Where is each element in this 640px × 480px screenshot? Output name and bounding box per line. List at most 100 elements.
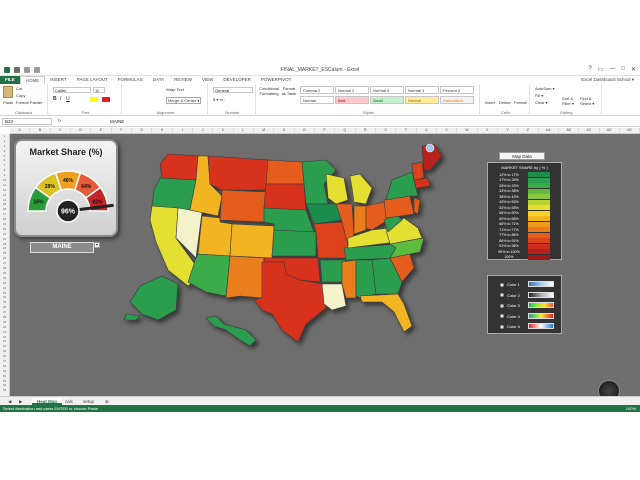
user-account[interactable]: Excel Dashboard School ▾ [581, 76, 634, 84]
chevron-down-icon[interactable]: ▾ [94, 242, 100, 248]
column-header[interactable]: Q [335, 128, 356, 133]
ribbon-display-button[interactable]: ▭ [598, 66, 604, 73]
sheet-tab-setup[interactable]: setup [78, 398, 99, 405]
map-state-alaska[interactable] [129, 275, 179, 321]
column-header[interactable]: G [132, 128, 153, 133]
tab-view[interactable]: VIEW [197, 76, 219, 84]
cell-style-item[interactable]: Normal 4 [405, 86, 439, 94]
clear-button[interactable]: Clear ▾ [535, 100, 548, 105]
cell-style-item[interactable]: Good [370, 96, 404, 104]
tab-data[interactable]: DATA [148, 76, 169, 84]
cell-style-item[interactable]: Neutral [405, 96, 439, 104]
minimize-button[interactable]: — [609, 66, 615, 73]
map-state-montana[interactable] [207, 155, 269, 191]
sheet-nav-next[interactable]: ▶ [14, 398, 27, 405]
wrap-text-button[interactable]: Wrap Text [166, 87, 184, 92]
column-header[interactable]: S [376, 128, 397, 133]
paste-button[interactable]: Paste [3, 100, 13, 105]
column-header[interactable]: Z [518, 128, 539, 133]
column-header[interactable]: R [356, 128, 376, 133]
cell-style-item[interactable]: Calculation [440, 96, 474, 104]
map-state-oregon[interactable] [151, 177, 197, 211]
tab-insert[interactable]: INSERT [45, 76, 71, 84]
column-header[interactable]: F [112, 128, 132, 133]
cell-style-item[interactable]: Normal 2 [335, 86, 369, 94]
color-option[interactable]: Color 3 [500, 303, 520, 308]
map-state-new-mexico[interactable] [225, 255, 265, 299]
underline-button[interactable]: U [66, 96, 70, 102]
column-header[interactable]: A [10, 128, 31, 133]
map-state-massachusetts[interactable] [413, 177, 431, 189]
map-state-vermont-nh[interactable] [411, 161, 425, 181]
delete-button[interactable]: Delete [499, 100, 511, 105]
map-state-mississippi[interactable] [341, 259, 357, 299]
add-sheet-button[interactable]: ⊕ [100, 398, 114, 405]
close-button[interactable]: ✕ [631, 66, 636, 73]
find-select-button[interactable]: Find & Select ▾ [580, 96, 596, 106]
column-header[interactable]: E [91, 128, 112, 133]
map-state-new-jersey[interactable] [413, 197, 421, 215]
map-state-alaska-chain[interactable] [123, 313, 141, 321]
column-header[interactable]: B [30, 128, 51, 133]
sheet-tab-heat-map[interactable]: Heat Map [32, 398, 63, 405]
column-header[interactable]: H [152, 128, 173, 133]
map-state-south-dakota[interactable] [263, 183, 307, 211]
number-format-buttons[interactable]: $ ▾ % , [213, 97, 225, 102]
cell-style-item[interactable]: Bad [335, 96, 369, 104]
column-header[interactable]: AE [620, 128, 640, 133]
column-header[interactable]: K [213, 128, 234, 133]
row-header[interactable]: 53 [0, 388, 9, 393]
autosum-button[interactable]: AutoSum ▾ [535, 86, 555, 91]
merge-center-button[interactable]: Merge & Center ▾ [166, 97, 202, 104]
column-header[interactable]: C [51, 128, 71, 133]
column-header[interactable]: AC [579, 128, 600, 133]
tab-home[interactable]: HOME [19, 76, 46, 84]
map-state-iowa[interactable] [305, 203, 343, 225]
column-header[interactable]: X [478, 128, 498, 133]
bold-button[interactable]: B [53, 96, 57, 102]
map-state-north-dakota[interactable] [265, 159, 305, 185]
radio-button[interactable] [500, 282, 504, 287]
column-header[interactable]: AD [600, 128, 620, 133]
cell-style-item[interactable]: Comma 2 [300, 86, 334, 94]
map-state-indiana[interactable] [353, 205, 367, 235]
name-box[interactable]: B23 [2, 118, 52, 125]
help-button[interactable]: ? [588, 66, 591, 73]
column-header[interactable]: V [437, 128, 458, 133]
map-state-arizona[interactable] [187, 253, 231, 297]
column-header[interactable]: D [71, 128, 92, 133]
column-header[interactable]: AB [559, 128, 580, 133]
map-state-wisconsin[interactable] [325, 173, 349, 205]
zoom-level[interactable]: 100% [626, 405, 636, 412]
column-header[interactable]: M [254, 128, 275, 133]
formula-input[interactable]: MAINE [110, 119, 124, 124]
color-option[interactable]: Color 2 [500, 293, 520, 298]
fill-button[interactable]: Fill ▾ [535, 93, 543, 98]
radio-button[interactable] [500, 324, 504, 329]
maximize-button[interactable]: □ [621, 66, 625, 73]
map-state-kansas[interactable] [271, 229, 317, 257]
state-selector[interactable]: MAINE [30, 242, 94, 253]
column-header[interactable]: P [315, 128, 336, 133]
map-state-florida[interactable] [359, 293, 413, 333]
format-as-table-button[interactable]: Format as Table [281, 86, 297, 96]
tab-developer[interactable]: DEVELOPER [218, 76, 256, 84]
sheet-tab-calc[interactable]: calc [60, 398, 78, 405]
italic-button[interactable]: I [60, 96, 61, 102]
map-state-utah[interactable] [197, 215, 233, 257]
tab-formulas[interactable]: FORMULAS [113, 76, 148, 84]
map-state-wyoming[interactable] [219, 189, 267, 223]
radio-button[interactable] [500, 293, 504, 297]
column-header[interactable]: T [396, 128, 417, 133]
font-size-select[interactable]: 11 [93, 87, 105, 93]
tab-review[interactable]: REVIEW [169, 76, 197, 84]
paste-icon[interactable] [3, 86, 13, 98]
font-color-icon[interactable] [102, 97, 110, 102]
map-state-michigan[interactable] [349, 173, 373, 205]
color-option[interactable]: Color 4 [500, 314, 520, 319]
tab-page-layout[interactable]: PAGE LAYOUT [72, 76, 113, 84]
radio-button[interactable] [500, 303, 504, 308]
column-header[interactable]: I [173, 128, 193, 133]
column-header[interactable]: W [457, 128, 478, 133]
column-header[interactable]: L [234, 128, 254, 133]
